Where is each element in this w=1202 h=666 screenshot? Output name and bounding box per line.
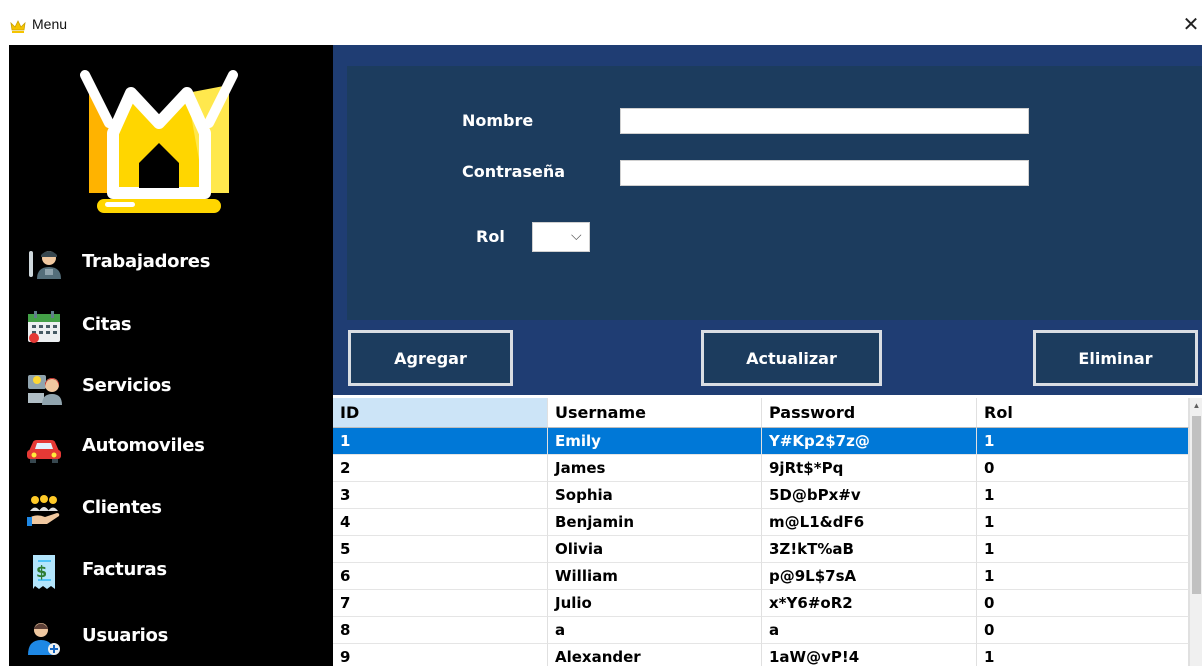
table-cell[interactable]: x*Y6#oR2 xyxy=(762,590,977,617)
table-row[interactable]: 8aa0 xyxy=(333,617,1189,644)
table-cell[interactable]: 2 xyxy=(333,455,548,482)
table-cell[interactable]: 8 xyxy=(333,617,548,644)
clients-icon xyxy=(27,495,60,526)
table-cell[interactable]: 5 xyxy=(333,536,548,563)
table-cell[interactable]: 9 xyxy=(333,644,548,666)
sidebar-item-servicios[interactable]: Servicios xyxy=(9,361,333,415)
svg-text:$: $ xyxy=(36,562,47,581)
title-bar: Menu ✕ xyxy=(0,0,1202,45)
table-cell[interactable]: 5D@bPx#v xyxy=(762,482,977,509)
window-title: Menu xyxy=(32,16,68,32)
table-cell[interactable]: Y#Kp2$7z@ xyxy=(762,428,977,455)
table-cell[interactable]: 4 xyxy=(333,509,548,536)
nombre-label: Nombre xyxy=(462,111,534,130)
table-cell[interactable]: Olivia xyxy=(548,536,762,563)
invoice-icon: $ xyxy=(33,555,55,589)
table-cell[interactable]: 0 xyxy=(977,617,1189,644)
table-cell[interactable]: 9jRt$*Pq xyxy=(762,455,977,482)
sidebar-item-label: Trabajadores xyxy=(82,251,211,272)
rol-label: Rol xyxy=(476,227,505,246)
close-button[interactable]: ✕ xyxy=(1180,12,1202,38)
table-row[interactable]: 1 Emily Y#Kp2$7z@ 1 xyxy=(333,428,1189,455)
users-table[interactable]: ID Username Password Rol 1 Emily Y#Kp2$7z@ 1 2 Ja… xyxy=(333,398,1189,666)
table-cell[interactable]: a xyxy=(762,617,977,644)
sidebar-item-clientes[interactable]: Clientes xyxy=(9,483,333,537)
table-row[interactable]: 4 Benjamin m@L1&dF6 1 xyxy=(333,509,1189,536)
table-cell[interactable]: p@9L$7sA xyxy=(762,563,977,590)
rol-dropdown[interactable]: ⌵ xyxy=(532,222,590,252)
table-cell[interactable]: Emily xyxy=(548,428,762,455)
table-cell[interactable]: 6 xyxy=(333,563,548,590)
table-cell[interactable]: 0 xyxy=(977,455,1189,482)
table-row[interactable]: 5 Olivia 3Z!kT%aB 1 xyxy=(333,536,1189,563)
table-row[interactable]: 7 Julio x*Y6#oR2 0 xyxy=(333,590,1189,617)
agregar-button[interactable]: Agregar xyxy=(348,330,513,386)
table-cell[interactable]: 3Z!kT%aB xyxy=(762,536,977,563)
column-header[interactable]: Username xyxy=(548,398,762,428)
crown-logo xyxy=(80,70,238,213)
table-cell[interactable]: Julio xyxy=(548,590,762,617)
table-cell[interactable]: 1 xyxy=(977,644,1189,666)
sidebar-item-label: Facturas xyxy=(82,559,167,580)
calendar-icon xyxy=(28,311,60,343)
crown-app-icon xyxy=(10,20,26,33)
car-icon xyxy=(27,440,61,463)
sidebar-item-trabajadores[interactable]: Trabajadores xyxy=(9,237,333,291)
table-row[interactable]: 9 Alexander 1aW@vP!4 1 xyxy=(333,644,1189,666)
table-cell[interactable]: William xyxy=(548,563,762,590)
scroll-up-icon[interactable]: ▲ xyxy=(1190,398,1202,414)
table-row[interactable]: 3 Sophia 5D@bPx#v 1 xyxy=(333,482,1189,509)
sidebar-item-usuarios[interactable]: Usuarios xyxy=(9,611,333,665)
table-cell[interactable]: 1 xyxy=(977,536,1189,563)
column-header[interactable]: Password xyxy=(762,398,977,428)
table-row[interactable]: 2 James 9jRt$*Pq 0 xyxy=(333,455,1189,482)
table-cell[interactable]: m@L1&dF6 xyxy=(762,509,977,536)
table-cell[interactable]: Benjamin xyxy=(548,509,762,536)
vertical-scrollbar[interactable]: ▲ xyxy=(1189,398,1202,666)
table-cell[interactable]: 7 xyxy=(333,590,548,617)
table-cell[interactable]: Alexander xyxy=(548,644,762,666)
chevron-down-icon: ⌵ xyxy=(571,227,582,243)
mechanic-icon xyxy=(29,251,61,279)
contrasena-label: Contraseña xyxy=(462,162,566,181)
column-header[interactable]: ID xyxy=(333,398,548,428)
sidebar-item-facturas[interactable]: $ Facturas xyxy=(9,545,333,599)
table-cell[interactable]: 1aW@vP!4 xyxy=(762,644,977,666)
table-cell[interactable]: a xyxy=(548,617,762,644)
eliminar-button[interactable]: Eliminar xyxy=(1033,330,1198,386)
sidebar-item-label: Servicios xyxy=(82,375,172,396)
table-cell[interactable]: 1 xyxy=(977,482,1189,509)
table-row[interactable]: 6 William p@9L$7sA 1 xyxy=(333,563,1189,590)
sidebar-item-label: Clientes xyxy=(82,497,162,518)
customer-service-icon xyxy=(28,375,62,405)
sidebar-item-automoviles[interactable]: Automoviles xyxy=(9,421,333,475)
table-cell[interactable]: James xyxy=(548,455,762,482)
sidebar-item-citas[interactable]: Citas xyxy=(9,300,333,354)
user-form-panel xyxy=(347,66,1202,320)
table-cell[interactable]: 1 xyxy=(977,428,1189,455)
table-cell[interactable]: 0 xyxy=(977,590,1189,617)
table-cell[interactable]: 3 xyxy=(333,482,548,509)
sidebar-item-label: Usuarios xyxy=(82,625,169,646)
table-cell[interactable]: 1 xyxy=(333,428,548,455)
table-cell[interactable]: Sophia xyxy=(548,482,762,509)
table-cell[interactable]: 1 xyxy=(977,509,1189,536)
scroll-thumb[interactable] xyxy=(1192,416,1201,594)
actualizar-button[interactable]: Actualizar xyxy=(701,330,882,386)
column-header[interactable]: Rol xyxy=(977,398,1189,428)
sidebar-item-label: Citas xyxy=(82,314,132,335)
table-header: ID Username Password Rol xyxy=(333,398,1189,428)
add-user-icon xyxy=(28,623,60,655)
sidebar: Trabajadores Citas Servicios Automoviles… xyxy=(9,45,333,666)
table-cell[interactable]: 1 xyxy=(977,563,1189,590)
nombre-input[interactable] xyxy=(620,108,1029,134)
contrasena-input[interactable] xyxy=(620,160,1029,186)
sidebar-item-label: Automoviles xyxy=(82,435,205,456)
